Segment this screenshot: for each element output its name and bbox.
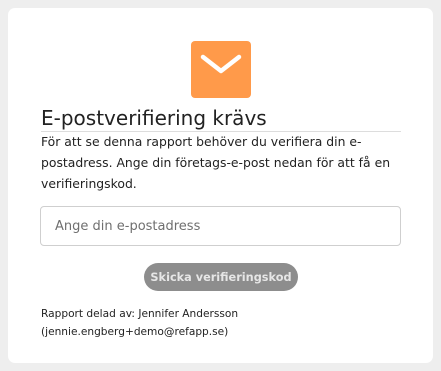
envelope-icon bbox=[191, 41, 251, 98]
verification-description: För att se denna rapport behöver du veri… bbox=[41, 134, 391, 191]
verification-card: E-postverifiering krävs För att se denna… bbox=[8, 8, 433, 363]
email-field[interactable] bbox=[40, 206, 401, 246]
shared-by-name: Rapport delad av: Jennifer Andersson bbox=[41, 308, 239, 320]
page-title: E-postverifiering krävs bbox=[41, 106, 267, 130]
send-verification-code-button[interactable]: Skicka verifieringskod bbox=[144, 263, 298, 291]
shared-by-email: (jennie.engberg+demo@refapp.se) bbox=[41, 326, 229, 338]
shared-by-info: Rapport delad av: Jennifer Andersson (je… bbox=[41, 305, 421, 341]
